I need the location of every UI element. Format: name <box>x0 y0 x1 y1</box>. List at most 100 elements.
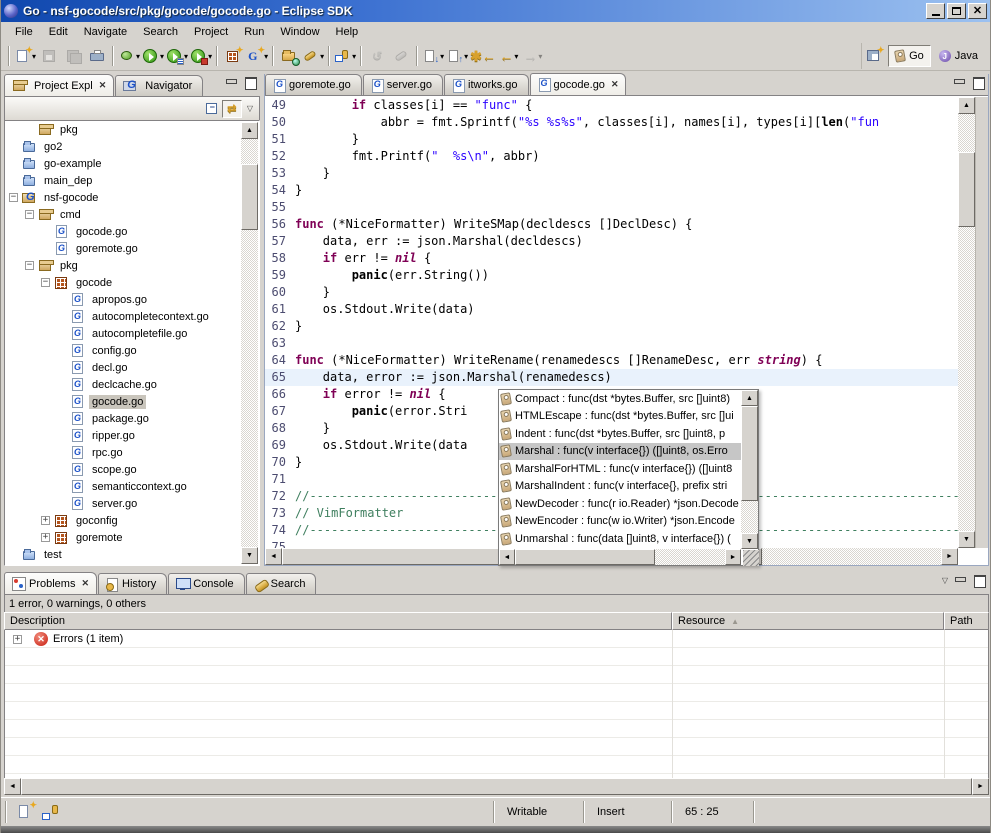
print-button[interactable] <box>86 45 108 67</box>
code-line-49[interactable]: 49 if classes[i] == "func" { <box>265 97 958 114</box>
editor-tab-gocode-go[interactable]: gocode.go✕ <box>530 73 627 95</box>
search-button[interactable]: ▾ <box>302 45 324 67</box>
forward-button[interactable]: →▾ <box>522 45 544 67</box>
menu-project[interactable]: Project <box>186 24 236 40</box>
link-with-editor-icon[interactable]: ⇄ <box>222 100 242 118</box>
tree-item-config-go[interactable]: config.go <box>5 342 259 359</box>
debug-button[interactable]: ▾ <box>118 45 140 67</box>
open-resource-button[interactable] <box>278 45 300 67</box>
scroll-thumb[interactable] <box>241 164 258 230</box>
view-menu-icon[interactable]: ▽ <box>247 104 253 113</box>
close-icon[interactable]: ✕ <box>611 79 619 90</box>
tree-item-autocompletecontext-go[interactable]: autocompletecontext.go <box>5 308 259 325</box>
expand-icon[interactable]: + <box>41 533 50 542</box>
scroll-thumb[interactable] <box>741 406 758 501</box>
completion-item[interactable]: MarshalForHTML : func(v interface{}) ([]… <box>499 460 741 478</box>
scroll-up-icon[interactable]: ▲ <box>958 97 975 114</box>
tab-console[interactable]: Console <box>168 573 244 594</box>
run-history-button[interactable]: ▾ <box>166 45 188 67</box>
minimize-view-icon[interactable] <box>954 575 967 586</box>
annotation-status-icon[interactable] <box>41 803 59 821</box>
column-path[interactable]: Path <box>944 612 989 630</box>
tree-item-main-dep[interactable]: main_dep <box>5 172 259 189</box>
scroll-down-icon[interactable]: ▼ <box>241 547 258 564</box>
column-description[interactable]: Description <box>4 612 672 630</box>
popup-vertical-scrollbar[interactable]: ▲ ▼ <box>741 390 758 549</box>
tree-scrollbar[interactable]: ▲ ▼ <box>241 122 258 564</box>
close-button[interactable]: ✕ <box>968 3 987 19</box>
last-edit-location-button[interactable]: ✱← <box>470 45 496 67</box>
completion-item[interactable]: Unmarshal : func(data []uint8, v interfa… <box>499 530 741 548</box>
collapse-icon[interactable]: − <box>25 210 34 219</box>
tree-item-semanticcontext-go[interactable]: semanticcontext.go <box>5 478 259 495</box>
scroll-down-icon[interactable]: ▼ <box>958 531 975 548</box>
code-line-59[interactable]: 59 panic(err.String()) <box>265 267 958 284</box>
code-line-55[interactable]: 55 <box>265 199 958 216</box>
menu-run[interactable]: Run <box>236 24 272 40</box>
problems-horizontal-scrollbar[interactable]: ◄ ► <box>4 778 989 795</box>
scroll-thumb[interactable] <box>515 549 655 565</box>
tree-item-go2[interactable]: go2 <box>5 138 259 155</box>
minimize-editor-icon[interactable] <box>953 77 966 88</box>
tab-navigator[interactable]: Navigator <box>115 75 203 96</box>
menu-search[interactable]: Search <box>135 24 186 40</box>
fast-view-icon[interactable]: ✦ <box>17 803 35 821</box>
previous-annotation-button[interactable]: ↑▾ <box>446 45 468 67</box>
mark-occurrences-button[interactable] <box>390 45 412 67</box>
scroll-left-icon[interactable]: ◄ <box>499 549 515 565</box>
tree-item-apropos-go[interactable]: apropos.go <box>5 291 259 308</box>
run-button[interactable]: ▾ <box>142 45 164 67</box>
tree-item-nsf-gocode[interactable]: −nsf-gocode <box>5 189 259 206</box>
menu-edit[interactable]: Edit <box>41 24 76 40</box>
code-line-58[interactable]: 58 if err != nil { <box>265 250 958 267</box>
code-line-56[interactable]: 56func (*NiceFormatter) WriteSMap(declde… <box>265 216 958 233</box>
tree-item-package-go[interactable]: package.go <box>5 410 259 427</box>
tree-item-pkg[interactable]: −pkg <box>5 257 259 274</box>
tab-search[interactable]: Search <box>246 573 317 594</box>
completion-item[interactable]: NewEncoder : func(w io.Writer) *json.Enc… <box>499 513 741 531</box>
new-go-element-button[interactable]: G✦▾ <box>246 45 268 67</box>
tree-item-server-go[interactable]: server.go <box>5 495 259 512</box>
close-icon[interactable]: ✕ <box>81 578 89 589</box>
tree-item-declcache-go[interactable]: declcache.go <box>5 376 259 393</box>
code-line-51[interactable]: 51 } <box>265 131 958 148</box>
completion-item[interactable]: HTMLEscape : func(dst *bytes.Buffer, src… <box>499 408 741 426</box>
code-line-60[interactable]: 60 } <box>265 284 958 301</box>
save-button[interactable] <box>38 45 60 67</box>
maximize-view-icon[interactable] <box>973 575 986 586</box>
expand-icon[interactable]: + <box>41 516 50 525</box>
overview-ruler[interactable] <box>975 97 988 548</box>
tree-item-ripper-go[interactable]: ripper.go <box>5 427 259 444</box>
scroll-left-icon[interactable]: ◄ <box>4 778 21 795</box>
save-all-button[interactable] <box>62 45 84 67</box>
tab-history[interactable]: History <box>98 573 167 594</box>
tab-problems[interactable]: Problems✕ <box>4 572 97 594</box>
completion-item[interactable]: Marshal : func(v interface{}) ([]uint8, … <box>499 443 741 461</box>
tree-item-test[interactable]: test <box>5 546 259 563</box>
perspective-java-button[interactable]: JJava <box>933 45 984 67</box>
maximize-editor-icon[interactable] <box>972 77 985 88</box>
editor-tab-goremote-go[interactable]: goremote.go <box>265 74 362 95</box>
tree-item-goconfig[interactable]: +goconfig <box>5 512 259 529</box>
code-line-52[interactable]: 52 fmt.Printf(" %s\n", abbr) <box>265 148 958 165</box>
minimize-button[interactable] <box>926 3 945 19</box>
menu-help[interactable]: Help <box>328 24 367 40</box>
code-line-62[interactable]: 62} <box>265 318 958 335</box>
tree-item-pkg[interactable]: pkg <box>5 121 259 138</box>
back-button[interactable]: ←▾ <box>498 45 520 67</box>
table-row[interactable]: + ✕ Errors (1 item) <box>5 630 988 648</box>
scroll-right-icon[interactable]: ► <box>725 549 741 565</box>
code-line-50[interactable]: 50 abbr = fmt.Sprintf("%s %s%s", classes… <box>265 114 958 131</box>
close-icon[interactable]: ✕ <box>99 80 107 91</box>
scroll-thumb[interactable] <box>21 778 972 795</box>
tree-item-gocode[interactable]: −gocode <box>5 274 259 291</box>
column-resource[interactable]: Resource▲ <box>672 612 944 630</box>
code-line-54[interactable]: 54} <box>265 182 958 199</box>
tree-item-scope-go[interactable]: scope.go <box>5 461 259 478</box>
external-tools-button[interactable]: ▾ <box>190 45 212 67</box>
tab-project-explorer[interactable]: Project Expl ✕ <box>4 74 114 96</box>
completion-item[interactable]: Compact : func(dst *bytes.Buffer, src []… <box>499 390 741 408</box>
code-line-63[interactable]: 63 <box>265 335 958 352</box>
completion-item[interactable]: NewDecoder : func(r io.Reader) *json.Dec… <box>499 495 741 513</box>
minimize-view-icon[interactable] <box>225 77 238 88</box>
